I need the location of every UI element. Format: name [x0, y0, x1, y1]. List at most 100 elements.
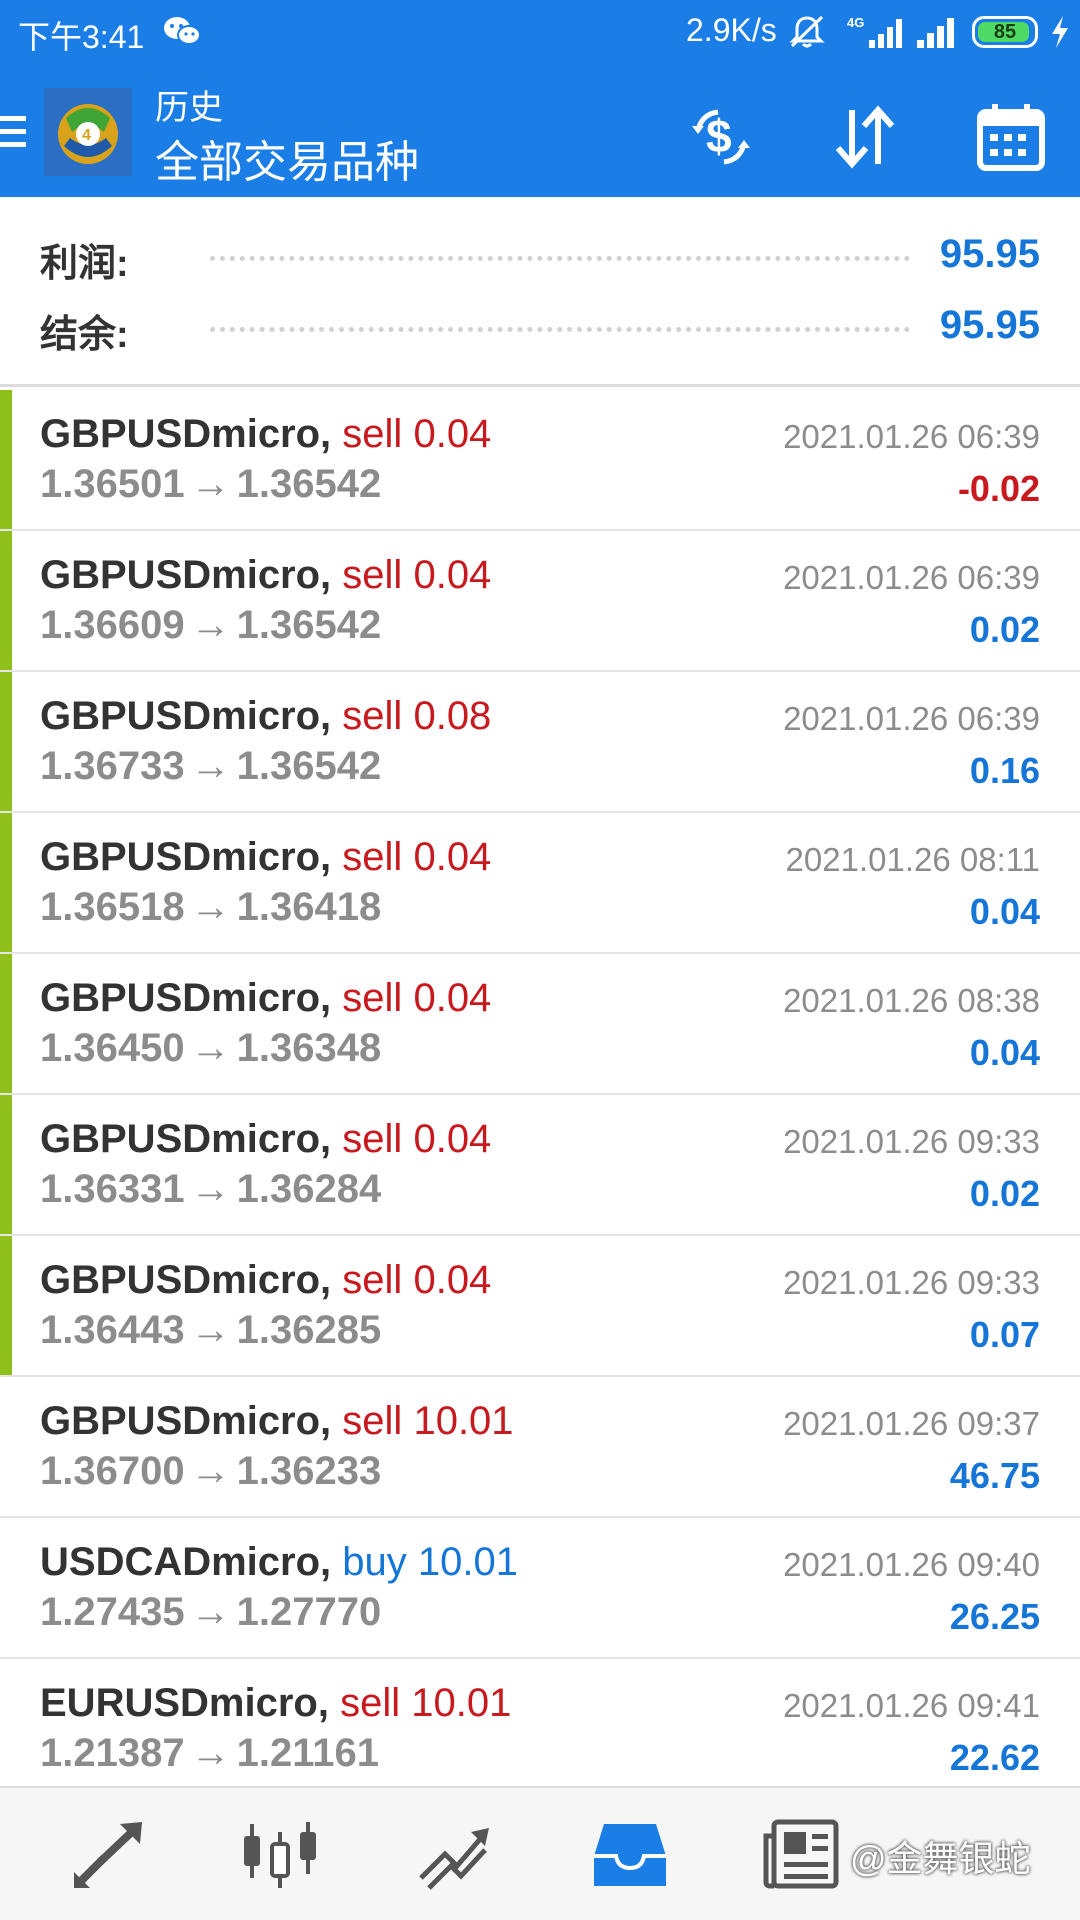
close-price: 1.36284 [236, 1167, 382, 1211]
arrow-right-icon: → [190, 885, 231, 929]
status-bar: 下午3:41 2.9K/s 4G 85 [0, 0, 1080, 62]
arrow-right-icon: → [190, 744, 231, 788]
symbol-line: GBPUSDmicro, sell 0.04 [40, 835, 491, 880]
trade-profit: 22.62 [949, 1737, 1040, 1778]
history-row[interactable]: GBPUSDmicro, sell 0.04 1.36331 → 1.36284 202… [0, 1095, 1080, 1236]
history-row[interactable]: GBPUSDmicro, sell 0.04 1.36518 → 1.36418 202… [0, 813, 1080, 954]
symbol-name: EURUSDmicro, [40, 1681, 329, 1725]
order-side: sell 10.01 [342, 1399, 513, 1443]
order-volume: 10.01 [411, 1681, 512, 1725]
order-type: sell [342, 1117, 403, 1161]
price-line: 1.36501 → 1.36542 [40, 462, 381, 507]
symbol-name: GBPUSDmicro, [40, 694, 332, 738]
calendar-icon[interactable] [974, 100, 1048, 174]
order-side: sell 0.04 [342, 976, 491, 1020]
price-line: 1.36443 → 1.36285 [40, 1308, 381, 1353]
currency-icon[interactable]: $ [684, 100, 758, 174]
open-price: 1.36700 [40, 1449, 185, 1493]
row-marker [0, 813, 12, 952]
history-row[interactable]: GBPUSDmicro, sell 0.04 1.36450 → 1.36348 202… [0, 954, 1080, 1095]
history-row[interactable]: USDCADmicro, buy 10.01 1.27435 → 1.27770 202… [0, 1518, 1080, 1659]
open-price: 1.36501 [40, 462, 185, 506]
arrow-right-icon: → [190, 462, 231, 506]
balance-value: 95.95 [939, 303, 1040, 347]
trade-profit: 0.07 [969, 1314, 1040, 1355]
sort-icon[interactable] [828, 100, 902, 174]
arrow-right-icon: → [190, 1731, 231, 1775]
trade-time: 2021.01.26 09:33 [783, 1123, 1040, 1160]
order-volume: 0.04 [413, 1117, 492, 1161]
chart-icon[interactable] [240, 1818, 320, 1892]
open-price: 1.36609 [40, 603, 185, 647]
wechat-icon [164, 17, 201, 45]
row-marker [0, 672, 12, 811]
close-price: 1.36542 [236, 603, 382, 647]
order-side: buy 10.01 [342, 1540, 518, 1584]
order-volume: 10.01 [417, 1540, 519, 1584]
symbol-name: GBPUSDmicro, [40, 412, 332, 456]
charging-icon [1052, 16, 1068, 48]
symbol-line: GBPUSDmicro, sell 0.04 [40, 412, 491, 457]
order-side: sell 0.04 [342, 412, 491, 456]
dotted-leader [210, 327, 910, 332]
trade-time: 2021.01.26 09:41 [783, 1687, 1040, 1724]
arrow-right-icon: → [190, 1590, 231, 1634]
symbol-name: GBPUSDmicro, [40, 1117, 332, 1161]
history-icon[interactable] [590, 1818, 670, 1892]
order-side: sell 0.04 [342, 553, 491, 597]
history-row[interactable]: GBPUSDmicro, sell 0.04 1.36501 → 1.36542 202… [0, 390, 1080, 531]
history-row[interactable]: GBPUSDmicro, sell 0.08 1.36733 → 1.36542 202… [0, 672, 1080, 813]
trade-time: 2021.01.26 06:39 [783, 559, 1040, 596]
row-marker [0, 531, 12, 670]
battery-level: 85 [993, 21, 1017, 43]
battery-icon: 85 [972, 16, 1038, 48]
symbol-line: GBPUSDmicro, sell 10.01 [40, 1399, 514, 1444]
watermark: @金舞银蛇 [850, 1838, 1031, 1879]
symbol-line: USDCADmicro, buy 10.01 [40, 1540, 518, 1585]
arrow-right-icon: → [190, 1308, 231, 1352]
trade-icon[interactable] [415, 1818, 495, 1892]
page-title[interactable]: 全部交易品种 [155, 126, 419, 190]
symbol-line: EURUSDmicro, sell 10.01 [40, 1681, 511, 1726]
order-type: sell [342, 835, 403, 879]
trade-profit: 46.75 [949, 1455, 1040, 1496]
price-line: 1.36450 → 1.36348 [40, 1026, 381, 1071]
order-side: sell 0.04 [342, 1258, 491, 1302]
price-line: 1.36733 → 1.36542 [40, 744, 381, 789]
symbol-line: GBPUSDmicro, sell 0.08 [40, 694, 491, 739]
order-volume: 0.04 [413, 553, 492, 597]
trade-profit: 0.04 [969, 891, 1040, 932]
trade-time: 2021.01.26 09:33 [783, 1264, 1040, 1301]
close-price: 1.36348 [236, 1026, 382, 1070]
symbol-name: USDCADmicro, [40, 1540, 332, 1584]
close-price: 1.21161 [236, 1731, 379, 1775]
open-price: 1.36733 [40, 744, 185, 788]
trade-profit: 26.25 [949, 1596, 1040, 1637]
history-row[interactable]: GBPUSDmicro, sell 0.04 1.36443 → 1.36285 202… [0, 1236, 1080, 1377]
price-line: 1.21387 → 1.21161 [40, 1731, 379, 1776]
symbol-name: GBPUSDmicro, [40, 553, 332, 597]
order-type: sell [342, 976, 403, 1020]
quotes-icon[interactable] [70, 1818, 150, 1892]
menu-icon[interactable] [0, 112, 30, 152]
profit-value: 95.95 [939, 232, 1040, 276]
history-row[interactable]: GBPUSDmicro, sell 10.01 1.36700 → 1.36233 20… [0, 1377, 1080, 1518]
trade-history-list[interactable]: GBPUSDmicro, sell 0.04 1.36501 → 1.36542 202… [0, 390, 1080, 1786]
order-volume: 0.04 [413, 1258, 492, 1302]
symbol-line: GBPUSDmicro, sell 0.04 [40, 1117, 491, 1162]
close-price: 1.27770 [236, 1590, 382, 1634]
network-speed: 2.9K/s [686, 12, 777, 48]
trade-time: 2021.01.26 09:37 [783, 1405, 1040, 1442]
order-type: buy [342, 1540, 407, 1584]
order-side: sell 0.08 [342, 694, 491, 738]
balance-row: 结余: 95.95 [40, 303, 1040, 356]
history-row[interactable]: GBPUSDmicro, sell 0.04 1.36609 → 1.36542 202… [0, 531, 1080, 672]
history-row[interactable]: EURUSDmicro, sell 10.01 1.21387 → 1.21161 20… [0, 1659, 1080, 1786]
order-type: sell [342, 694, 403, 738]
trade-profit: 0.16 [969, 750, 1040, 791]
profit-row: 利润: 95.95 [40, 232, 1040, 285]
trade-profit: -0.02 [957, 468, 1040, 509]
account-summary: 利润: 95.95 结余: 95.95 [0, 197, 1080, 387]
order-type: sell [342, 1258, 403, 1302]
news-icon[interactable] [762, 1818, 842, 1892]
